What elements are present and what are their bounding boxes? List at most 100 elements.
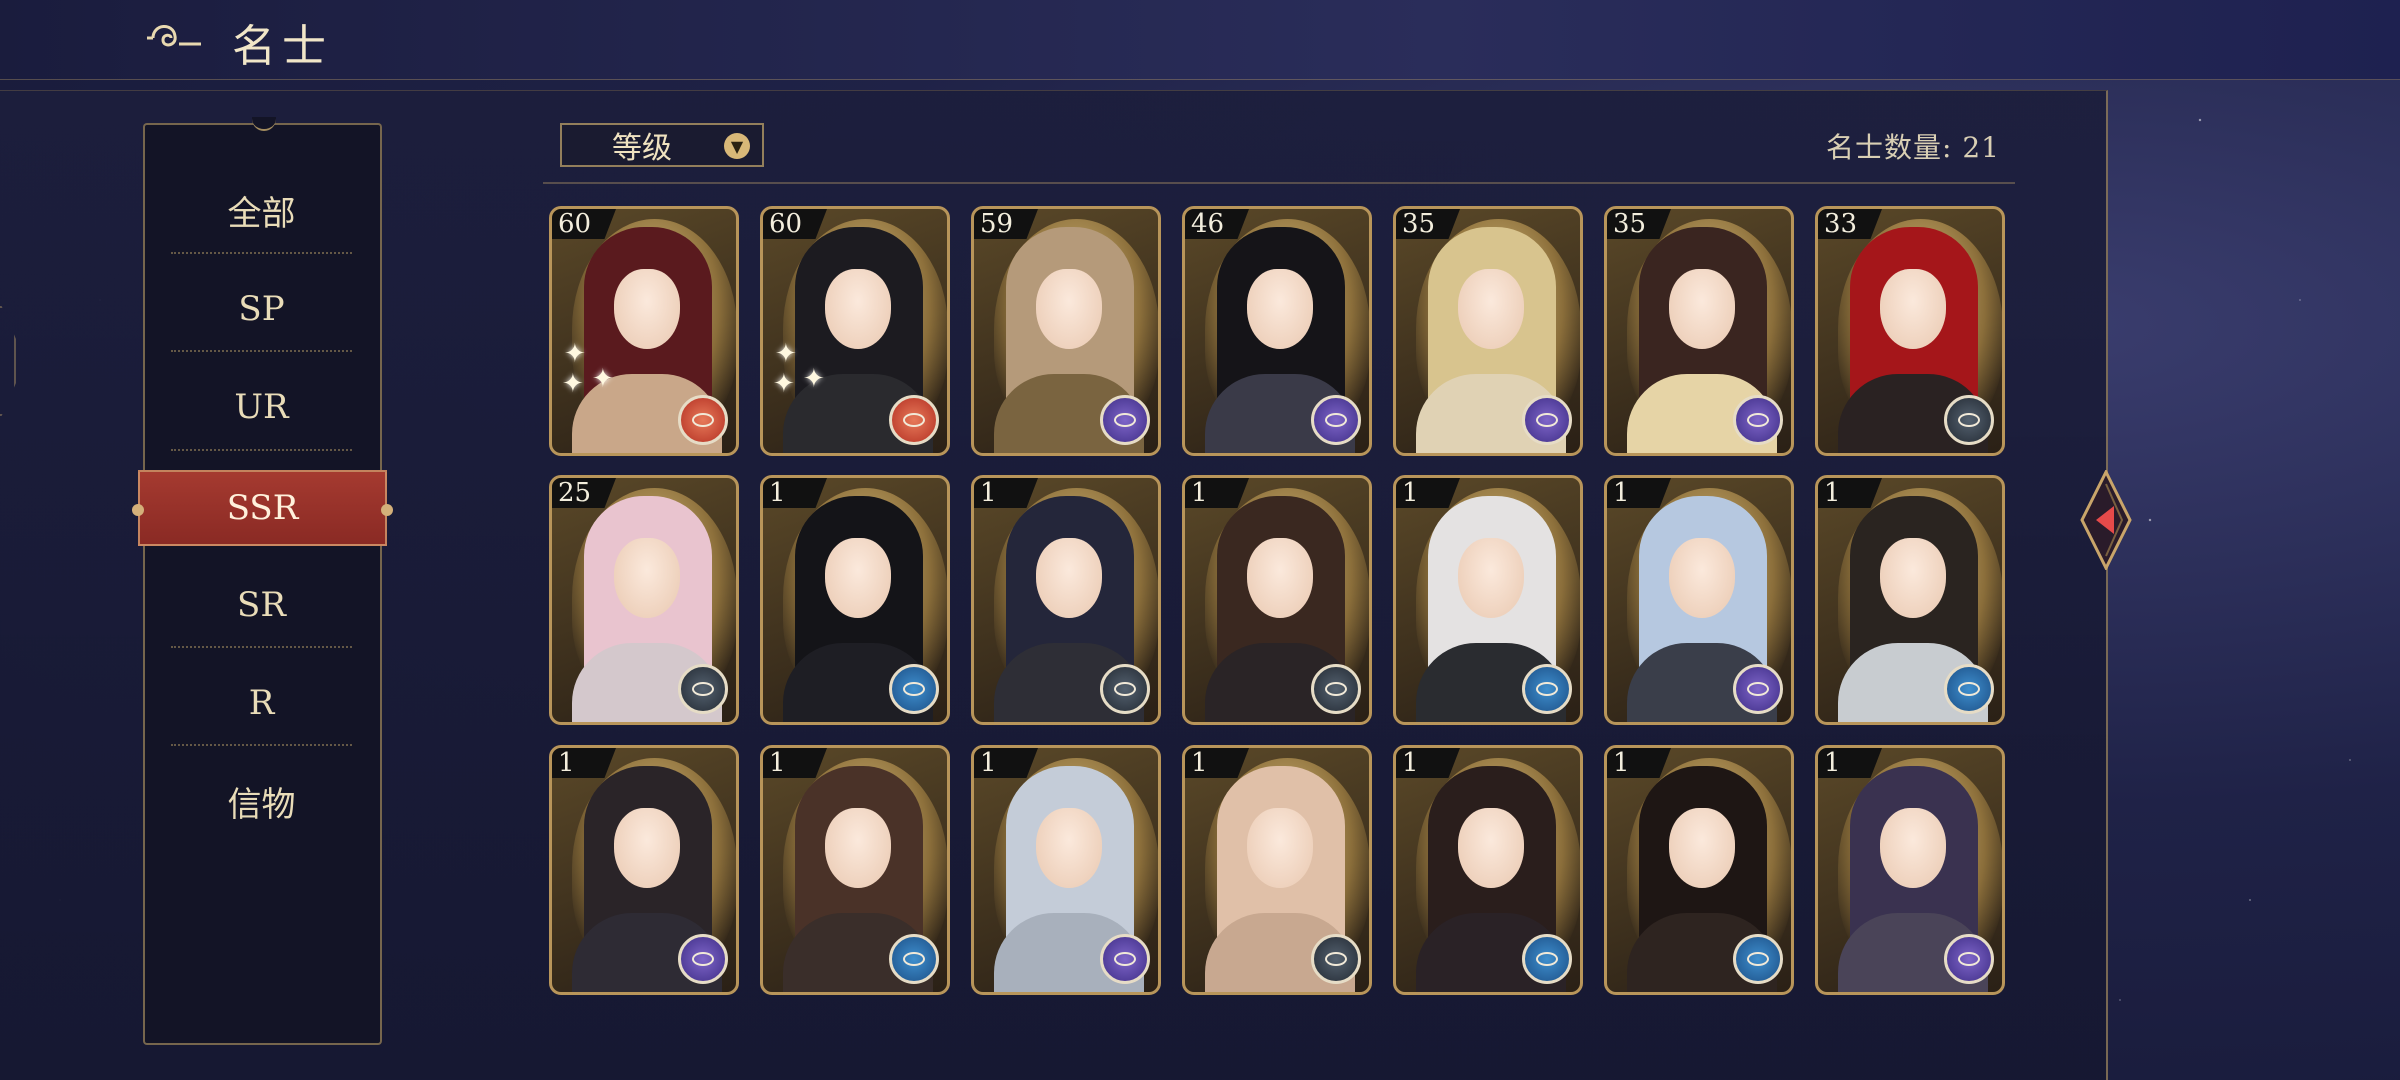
sort-dropdown[interactable]: 等级 ▼ xyxy=(560,123,764,167)
sidebar-item-sr[interactable]: SR xyxy=(171,570,352,640)
orbit-icon xyxy=(903,952,925,966)
portrait-face xyxy=(1036,808,1102,888)
sparkle-icon: ✦ xyxy=(773,369,795,399)
sparkle-icon: ✦ xyxy=(592,364,614,394)
hero-level: 1 xyxy=(1818,748,1882,778)
orbit-icon xyxy=(1114,682,1136,696)
sidebar-item-ssr[interactable]: SSR xyxy=(132,470,393,546)
page-title: 名士 xyxy=(232,21,332,72)
hero-level: 60 xyxy=(763,209,827,239)
orbit-icon xyxy=(1958,952,1980,966)
hero-card[interactable]: 1 xyxy=(1604,745,1794,995)
portrait-face xyxy=(1669,269,1735,349)
divider xyxy=(171,252,352,254)
hero-card[interactable]: 1 xyxy=(1815,475,2005,725)
hero-level: 60 xyxy=(552,209,616,239)
sidebar-notch xyxy=(252,117,276,131)
hero-level: 33 xyxy=(1818,209,1882,239)
element-badge-icon xyxy=(1100,395,1150,445)
hero-card[interactable]: 46 xyxy=(1182,206,1372,456)
portrait-face xyxy=(1247,538,1313,618)
cap-ornament xyxy=(381,504,393,516)
hero-level: 1 xyxy=(1396,748,1460,778)
hero-level: 1 xyxy=(1185,748,1249,778)
portrait-face xyxy=(1247,808,1313,888)
sidebar-item-sp[interactable]: SP xyxy=(171,274,352,344)
left-edge-tab[interactable] xyxy=(0,306,16,416)
portrait-face xyxy=(825,538,891,618)
portrait-face xyxy=(1458,269,1524,349)
element-badge-icon xyxy=(678,395,728,445)
element-badge-icon xyxy=(678,934,728,984)
hero-card[interactable]: 1 xyxy=(971,475,1161,725)
orbit-icon xyxy=(1747,682,1769,696)
hero-card[interactable]: 35 xyxy=(1604,206,1794,456)
orbit-icon xyxy=(1958,413,1980,427)
hero-card[interactable]: 1 xyxy=(760,745,950,995)
element-badge-icon xyxy=(1100,934,1150,984)
sidebar-item-all[interactable]: 全部 xyxy=(171,175,352,245)
hero-card[interactable]: 1 xyxy=(1393,475,1583,725)
orbit-icon xyxy=(1747,413,1769,427)
hero-level: 25 xyxy=(552,478,616,508)
element-badge-icon xyxy=(1733,934,1783,984)
cloud-swirl-icon xyxy=(147,25,201,47)
hero-card[interactable]: ✦ ✦ ✦ 60 xyxy=(760,206,950,456)
sidebar-item-label: R xyxy=(248,683,275,723)
hero-card[interactable]: 1 xyxy=(971,745,1161,995)
portrait-face xyxy=(825,808,891,888)
divider xyxy=(171,449,352,451)
orbit-icon xyxy=(1958,682,1980,696)
hero-count: 名士数量: 21 xyxy=(1826,131,2000,164)
sidebar-item-token[interactable]: 信物 xyxy=(171,766,352,836)
sidebar-item-label: SSR xyxy=(226,488,299,528)
element-badge-icon xyxy=(1311,934,1361,984)
portrait-face xyxy=(1458,808,1524,888)
element-badge-icon xyxy=(1311,664,1361,714)
hero-card[interactable]: 35 xyxy=(1393,206,1583,456)
hero-level: 1 xyxy=(763,748,827,778)
element-badge-icon xyxy=(889,934,939,984)
sidebar-item-r[interactable]: R xyxy=(171,668,352,738)
hero-level: 35 xyxy=(1396,209,1460,239)
orbit-icon xyxy=(1114,413,1136,427)
collapse-arrow-icon[interactable] xyxy=(2078,470,2134,570)
sidebar-item-label: SR xyxy=(237,585,286,625)
element-badge-icon xyxy=(1944,664,1994,714)
element-badge-icon xyxy=(889,664,939,714)
chevron-down-icon: ▼ xyxy=(724,133,750,159)
sparkle-icon: ✦ xyxy=(803,364,825,394)
hero-card[interactable]: ✦ ✦ ✦ 60 xyxy=(549,206,739,456)
orbit-icon xyxy=(1536,682,1558,696)
hero-card[interactable]: 59 xyxy=(971,206,1161,456)
orbit-icon xyxy=(1747,952,1769,966)
portrait-face xyxy=(1247,269,1313,349)
hero-card[interactable]: 1 xyxy=(1815,745,2005,995)
hero-level: 1 xyxy=(974,478,1038,508)
hero-card[interactable]: 33 xyxy=(1815,206,2005,456)
orbit-icon xyxy=(692,952,714,966)
element-badge-icon xyxy=(1522,664,1572,714)
hero-level: 46 xyxy=(1185,209,1249,239)
hero-level: 1 xyxy=(1607,478,1671,508)
portrait-face xyxy=(1036,538,1102,618)
portrait-face xyxy=(825,269,891,349)
sidebar-item-label: 信物 xyxy=(227,784,296,825)
divider xyxy=(171,744,352,746)
orbit-icon xyxy=(1114,952,1136,966)
orbit-icon xyxy=(692,682,714,696)
hero-level: 1 xyxy=(1185,478,1249,508)
element-badge-icon xyxy=(1522,395,1572,445)
element-badge-icon xyxy=(1733,395,1783,445)
hero-card[interactable]: 1 xyxy=(549,745,739,995)
hero-card[interactable]: 25 xyxy=(549,475,739,725)
hero-card[interactable]: 1 xyxy=(760,475,950,725)
hero-card[interactable]: 1 xyxy=(1182,475,1372,725)
sidebar-item-ur[interactable]: UR xyxy=(171,372,352,442)
hero-card[interactable]: 1 xyxy=(1393,745,1583,995)
hero-card[interactable]: 1 xyxy=(1604,475,1794,725)
portrait-face xyxy=(1458,538,1524,618)
sidebar-item-label: UR xyxy=(234,387,289,427)
element-badge-icon xyxy=(1733,664,1783,714)
hero-card[interactable]: 1 xyxy=(1182,745,1372,995)
